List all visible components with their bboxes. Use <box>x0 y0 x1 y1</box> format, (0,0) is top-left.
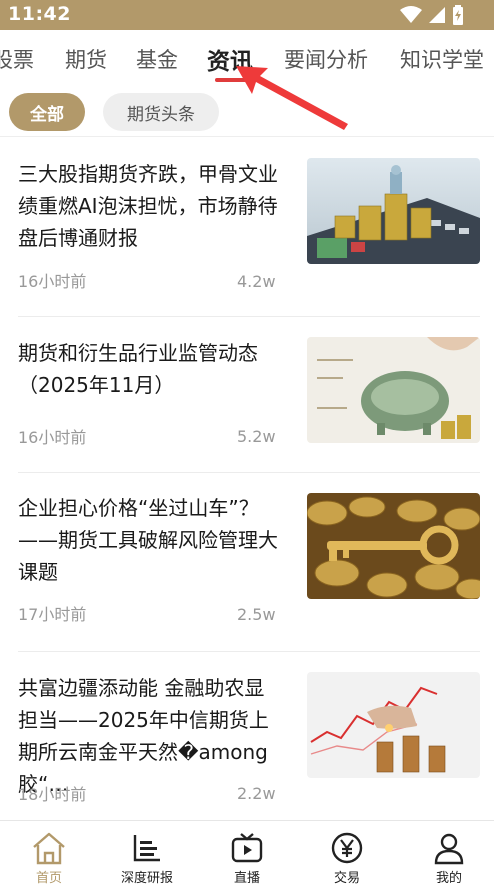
list-item[interactable]: 企业担心价格“坐过山车”？——期货工具破解风险管理大课题 17小时前 2.5w <box>0 490 494 650</box>
wifi-icon <box>400 6 422 23</box>
tab-stocks[interactable]: 股票 <box>0 44 34 74</box>
nav-home[interactable]: 首页 <box>0 821 98 885</box>
yen-icon <box>331 832 363 864</box>
divider <box>18 651 480 652</box>
list-item[interactable]: 三大股指期货齐跌，甲骨文业绩重燃AI泡沫担忧，市场静待盘后博通财报 16小时前 … <box>0 156 494 316</box>
list-item[interactable]: 期货和衍生品行业监管动态（2025年11月） 16小时前 5.2w <box>0 335 494 473</box>
tab-funds[interactable]: 基金 <box>136 44 178 74</box>
nav-label: 首页 <box>35 871 62 885</box>
nav-research[interactable]: 深度研报 <box>98 821 196 885</box>
article-title: 期货和衍生品行业监管动态（2025年11月） <box>18 341 258 397</box>
divider <box>18 316 480 317</box>
article-thumbnail <box>307 493 480 599</box>
signal-icon <box>429 7 445 23</box>
article-views: 4.2w <box>237 272 276 291</box>
chart-icon <box>133 835 160 862</box>
chip-all[interactable]: 全部 <box>9 93 85 131</box>
home-icon <box>33 832 65 865</box>
user-icon <box>434 833 464 865</box>
bottom-nav: 首页 深度研报 直播 交易 我的 <box>0 820 494 885</box>
article-title: 企业担心价格“坐过山车”？——期货工具破解风险管理大课题 <box>18 496 278 584</box>
article-time: 18小时前 <box>18 785 87 804</box>
status-icons <box>400 5 464 25</box>
battery-icon <box>453 5 463 25</box>
article-views: 2.2w <box>237 784 276 803</box>
article-thumbnail <box>307 158 480 264</box>
sub-tab-bar: 全部 期货头条 <box>0 88 494 138</box>
article-views: 5.2w <box>237 427 276 446</box>
article-thumbnail <box>307 672 480 778</box>
list-item[interactable]: 共富边疆添动能 金融助农显担当——2025年中信期货上期所云南金平天然�amon… <box>0 670 494 820</box>
article-thumbnail <box>307 337 480 443</box>
divider <box>18 472 480 473</box>
status-bar: 11:42 <box>0 0 494 30</box>
nav-me[interactable]: 我的 <box>400 821 494 885</box>
divider <box>0 136 494 137</box>
article-time: 16小时前 <box>18 272 87 291</box>
status-time: 11:42 <box>8 3 71 25</box>
nav-live[interactable]: 直播 <box>198 821 296 885</box>
nav-label: 深度研报 <box>120 871 173 885</box>
article-views: 2.5w <box>237 605 276 624</box>
tab-knowledge[interactable]: 知识学堂 <box>400 44 484 74</box>
tv-play-icon <box>231 833 263 863</box>
chip-futures-headlines[interactable]: 期货头条 <box>103 93 219 131</box>
tab-futures[interactable]: 期货 <box>65 44 107 74</box>
nav-label: 我的 <box>435 871 462 885</box>
article-time: 16小时前 <box>18 428 87 447</box>
nav-trade[interactable]: 交易 <box>298 821 396 885</box>
article-time: 17小时前 <box>18 605 87 624</box>
article-title: 三大股指期货齐跌，甲骨文业绩重燃AI泡沫担忧，市场静待盘后博通财报 <box>18 162 278 250</box>
nav-label: 直播 <box>233 871 260 885</box>
nav-label: 交易 <box>333 871 360 885</box>
